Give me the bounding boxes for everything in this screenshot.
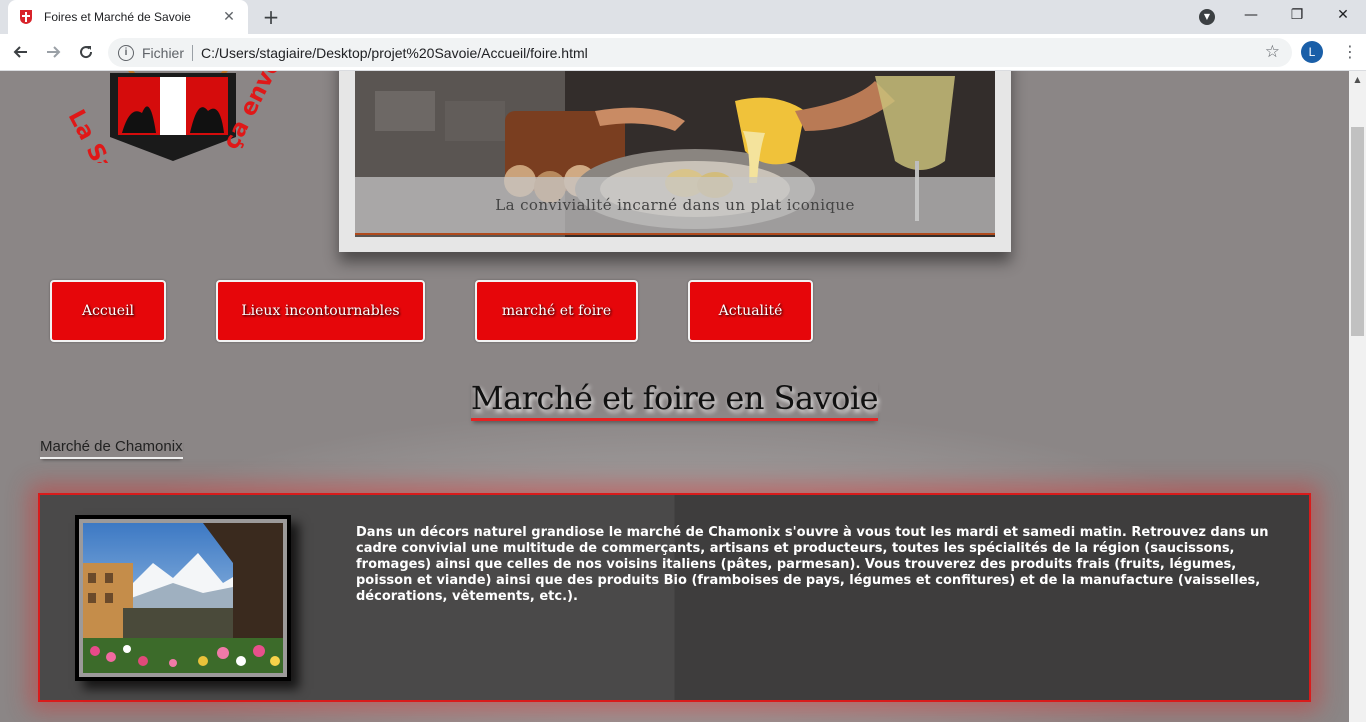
- page-viewport: La Savoie ça envoie: [0, 71, 1349, 722]
- menu-kebab-icon[interactable]: ⋮: [1342, 39, 1358, 65]
- url-text[interactable]: C:/Users/stagiaire/Desktop/projet%20Savo…: [201, 45, 588, 61]
- section-title: Marché de Chamonix: [40, 438, 183, 459]
- close-window-button[interactable]: ✕: [1320, 0, 1366, 30]
- savoie-flag-icon: [20, 10, 32, 24]
- reload-icon[interactable]: [73, 39, 99, 65]
- back-icon[interactable]: [8, 39, 34, 65]
- chamonix-photo-frame: [75, 515, 291, 681]
- market-description: Dans un décors naturel grandiose le marc…: [356, 525, 1269, 604]
- nav-accueil-button[interactable]: Accueil: [50, 280, 166, 342]
- nav-lieux-button[interactable]: Lieux incontournables: [216, 280, 425, 342]
- page-title-wrap: Marché et foire en Savoie: [0, 379, 1349, 421]
- site-logo: La Savoie ça envoie: [63, 71, 297, 163]
- url-separator: [192, 44, 194, 61]
- profile-avatar[interactable]: L: [1301, 41, 1323, 63]
- market-card: Dans un décors naturel grandiose le marc…: [38, 493, 1311, 702]
- page-title: Marché et foire en Savoie: [470, 379, 879, 421]
- bookmark-star-icon[interactable]: ☆: [1265, 42, 1280, 62]
- tab-search-icon[interactable]: ▼: [1199, 9, 1215, 25]
- raclette-image: La convivialité incarné dans un plat ico…: [355, 71, 995, 237]
- site-info-icon[interactable]: i: [118, 44, 134, 61]
- url-scheme: Fichier: [142, 44, 185, 61]
- browser-tab[interactable]: Foires et Marché de Savoie ✕: [8, 0, 248, 34]
- address-bar[interactable]: i Fichier C:/Users/stagiaire/Desktop/pro…: [108, 38, 1292, 67]
- minimize-button[interactable]: —: [1228, 0, 1274, 30]
- nav-actualite-button[interactable]: Actualité: [688, 280, 813, 342]
- forward-icon[interactable]: [40, 39, 66, 65]
- chamonix-illustration: [83, 523, 283, 673]
- hero-banner: La convivialité incarné dans un plat ico…: [339, 71, 1011, 252]
- tab-title: Foires et Marché de Savoie: [44, 10, 191, 24]
- maximize-button[interactable]: ❐: [1274, 0, 1320, 30]
- browser-toolbar: i Fichier C:/Users/stagiaire/Desktop/pro…: [0, 34, 1366, 71]
- main-nav: Accueil Lieux incontournables marché et …: [0, 280, 1349, 342]
- chamonix-photo: [83, 523, 283, 673]
- new-tab-button[interactable]: +: [258, 4, 284, 30]
- scroll-up-icon[interactable]: ▲: [1349, 71, 1366, 88]
- tab-strip: Foires et Marché de Savoie ✕ + ▼ — ❐ ✕: [0, 0, 1366, 34]
- vertical-scrollbar[interactable]: ▲: [1349, 71, 1366, 722]
- nav-marche-button[interactable]: marché et foire: [475, 280, 638, 342]
- tab-close-icon[interactable]: ✕: [220, 9, 238, 25]
- hero-caption: La convivialité incarné dans un plat ico…: [355, 177, 995, 235]
- scrollbar-thumb[interactable]: [1351, 127, 1364, 336]
